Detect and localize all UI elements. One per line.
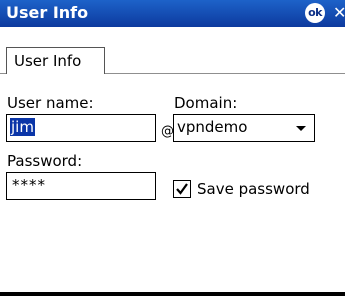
save-password-label: Save password — [197, 180, 310, 198]
tab-label: User Info — [14, 52, 82, 70]
close-button[interactable]: ✕ — [333, 1, 345, 25]
domain-value: vpndemo — [177, 118, 248, 136]
domain-combobox[interactable]: vpndemo — [173, 114, 315, 142]
user-info-dialog: User Info ok ✕ User Info User name: jim … — [0, 0, 345, 296]
window-title: User Info — [6, 3, 89, 22]
save-password-checkbox[interactable] — [173, 180, 191, 198]
bottom-border — [0, 292, 345, 296]
domain-label: Domain: — [174, 94, 238, 112]
checkmark-icon — [176, 183, 188, 195]
username-field[interactable]: jim — [6, 114, 156, 142]
username-value: jim — [10, 118, 35, 136]
chevron-down-icon[interactable] — [296, 126, 306, 131]
ok-button[interactable]: ok — [305, 3, 325, 23]
title-bar: User Info ok ✕ — [0, 0, 345, 27]
password-field[interactable]: **** — [6, 172, 156, 200]
password-value: **** — [12, 176, 46, 194]
username-label: User name: — [7, 94, 94, 112]
password-label: Password: — [7, 152, 83, 170]
tab-user-info[interactable]: User Info — [6, 47, 105, 74]
